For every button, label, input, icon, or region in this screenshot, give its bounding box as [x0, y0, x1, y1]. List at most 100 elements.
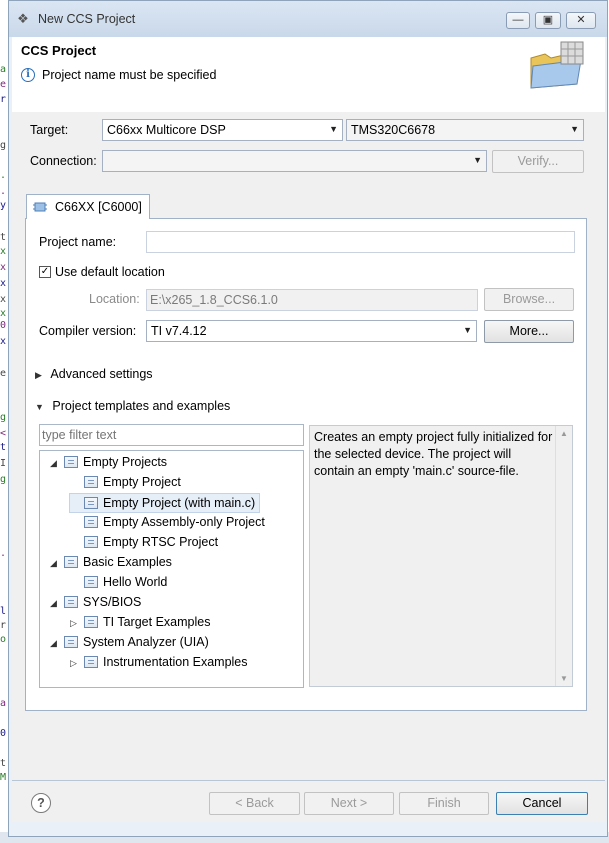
back-button[interactable]: < Back: [209, 792, 300, 815]
template-tree[interactable]: ◢ Empty Projects Empty Project Empty Projec…: [39, 450, 304, 688]
tree-item-label: Empty RTSC Project: [103, 535, 219, 549]
tree-item[interactable]: Empty Project (with main.c): [69, 493, 261, 513]
window-title: New CCS Project: [38, 12, 136, 26]
tree-item[interactable]: Empty Project: [70, 473, 181, 491]
collapse-arrow-icon[interactable]: ◢: [50, 454, 64, 472]
template-folder-icon: [64, 636, 78, 648]
info-icon: i: [21, 68, 35, 82]
background-editor-char: 0: [0, 728, 7, 739]
tree-item-label: Empty Projects: [83, 455, 168, 469]
advanced-settings-toggle[interactable]: ▶ Advanced settings: [35, 367, 153, 381]
background-editor-char: x: [0, 294, 7, 305]
background-editor-char: t: [0, 758, 7, 769]
chevron-right-icon: ▶: [35, 370, 42, 380]
minimize-button[interactable]: —: [506, 12, 530, 29]
background-editor-strip: a e r g.. y t x x x x x 0 x e g < t Ig. l r o a 0 t M: [0, 0, 8, 843]
project-name-label: Project name:: [39, 235, 117, 249]
background-editor-char: M: [0, 772, 7, 783]
background-editor-char: y: [0, 200, 7, 211]
scroll-up-icon[interactable]: ▲: [560, 429, 568, 438]
tree-item-label: SYS/BIOS: [83, 595, 142, 609]
compiler-version-combo[interactable]: TI v7.4.12 ▼: [146, 320, 477, 342]
more-button[interactable]: More...: [484, 320, 574, 343]
tree-item[interactable]: ◢ Empty Projects: [50, 453, 167, 471]
chevron-down-icon: ▼: [473, 155, 482, 165]
template-icon: [84, 656, 98, 668]
background-editor-char: g: [0, 140, 7, 151]
template-icon: [84, 576, 98, 588]
background-editor-char: I: [0, 458, 7, 469]
collapse-arrow-icon[interactable]: ◢: [50, 594, 64, 612]
project-name-input[interactable]: [146, 231, 575, 253]
next-button[interactable]: Next >: [304, 792, 394, 815]
background-editor-char: 0: [0, 320, 7, 331]
page-title: CCS Project: [21, 43, 97, 58]
project-templates-toggle[interactable]: ▼ Project templates and examples: [35, 399, 230, 413]
help-icon[interactable]: ?: [31, 793, 51, 813]
background-editor-char: <: [0, 428, 7, 439]
tree-item[interactable]: ◢ Basic Examples: [50, 553, 172, 571]
background-editor-char: x: [0, 262, 7, 273]
target-family-combo[interactable]: C66xx Multicore DSP ▼: [102, 119, 343, 141]
background-editor-char: .: [0, 548, 7, 559]
expand-arrow-icon[interactable]: ▷: [70, 614, 84, 632]
description-scrollbar[interactable]: ▲ ▼: [555, 426, 572, 686]
verify-button[interactable]: Verify...: [492, 150, 584, 173]
tree-item[interactable]: ◢ SYS/BIOS: [50, 593, 141, 611]
background-editor-char: .: [0, 186, 7, 197]
template-description-panel: Creates an empty project fully initializ…: [309, 425, 573, 687]
tab-c66xx[interactable]: C66XX [C6000]: [26, 194, 150, 219]
template-icon: [84, 497, 98, 509]
background-editor-char: l: [0, 606, 7, 617]
header-message: Project name must be specified: [42, 68, 217, 82]
template-icon: [84, 516, 98, 528]
template-folder-icon: [64, 456, 78, 468]
template-description: Creates an empty project fully initializ…: [314, 430, 553, 478]
background-editor-char: x: [0, 246, 7, 257]
target-family-value: C66xx Multicore DSP: [107, 123, 226, 137]
compiler-version-value: TI v7.4.12: [151, 324, 207, 338]
maximize-button[interactable]: ▣: [535, 12, 561, 29]
tree-item-label: Instrumentation Examples: [103, 655, 248, 669]
collapse-arrow-icon[interactable]: ◢: [50, 554, 64, 572]
tree-item-label: Empty Project (with main.c): [103, 496, 256, 510]
location-value: E:\x265_1.8_CCS6.1.0: [150, 293, 278, 307]
use-default-location-checkbox[interactable]: ✓: [39, 266, 51, 278]
connection-label: Connection:: [30, 154, 97, 168]
background-editor-char: g: [0, 474, 7, 485]
target-device-combo[interactable]: TMS320C6678 ▼: [346, 119, 584, 141]
cancel-button[interactable]: Cancel: [496, 792, 588, 815]
tree-item-label: TI Target Examples: [103, 615, 211, 629]
background-editor-char: a: [0, 698, 7, 709]
background-editor-char: x: [0, 278, 7, 289]
tree-item[interactable]: Empty Assembly-only Project: [70, 513, 265, 531]
tree-item-label: System Analyzer (UIA): [83, 635, 209, 649]
background-editor-char: e: [0, 79, 7, 90]
tree-item[interactable]: ▷ TI Target Examples: [70, 613, 210, 631]
chip-icon: [33, 202, 47, 212]
project-folder-icon: [530, 41, 584, 89]
tree-item-label: Basic Examples: [83, 555, 172, 569]
finish-button[interactable]: Finish: [399, 792, 489, 815]
tree-item[interactable]: Empty RTSC Project: [70, 533, 218, 551]
location-label: Location:: [89, 292, 140, 306]
tree-item-label: Empty Project: [103, 475, 181, 489]
browse-button[interactable]: Browse...: [484, 288, 574, 311]
background-editor-char: r: [0, 620, 7, 631]
expand-arrow-icon[interactable]: ▷: [70, 654, 84, 672]
tab-label: C66XX [C6000]: [55, 200, 142, 214]
collapse-arrow-icon[interactable]: ◢: [50, 634, 64, 652]
tree-item[interactable]: ▷ Instrumentation Examples: [70, 653, 248, 671]
tree-item[interactable]: ◢ System Analyzer (UIA): [50, 633, 209, 651]
background-editor-char: .: [0, 170, 7, 181]
tree-item[interactable]: Hello World: [70, 573, 167, 591]
chevron-down-icon: ▼: [463, 325, 472, 335]
template-filter-input[interactable]: [39, 424, 304, 446]
scroll-down-icon[interactable]: ▼: [560, 674, 568, 683]
connection-combo[interactable]: ▼: [102, 150, 487, 172]
template-folder-icon: [64, 556, 78, 568]
template-icon: [84, 476, 98, 488]
close-button[interactable]: ✕: [566, 12, 596, 29]
location-input[interactable]: E:\x265_1.8_CCS6.1.0: [146, 289, 478, 311]
target-device-value: TMS320C6678: [351, 123, 436, 137]
